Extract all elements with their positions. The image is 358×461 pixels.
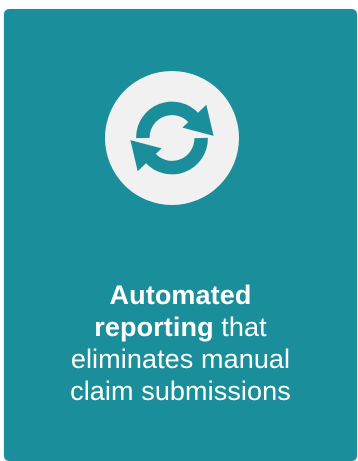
caption-that: that [213,312,267,342]
caption-line-2: reporting that [4,311,357,343]
feature-caption: Automated reporting that eliminates manu… [4,279,357,407]
feature-card: Automated reporting that eliminates manu… [4,9,357,461]
caption-bold-reporting: reporting [94,312,214,342]
sync-icon [130,101,214,175]
caption-bold-automated: Automated [109,280,252,310]
caption-line-3: eliminates manual [70,344,291,374]
icon-circle [105,71,239,205]
caption-line-1: Automated [4,279,357,311]
caption-line-4: claim submissions [70,376,291,406]
